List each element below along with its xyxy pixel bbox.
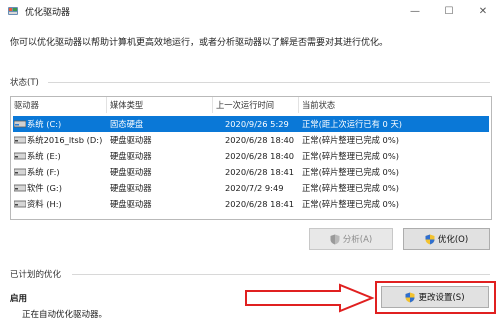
window-title: 优化驱动器 xyxy=(25,8,71,18)
drive-icon xyxy=(14,136,26,144)
cell-last-run: 2020/9/26 5:29 xyxy=(225,119,289,129)
drive-icon xyxy=(14,152,26,160)
change-settings-button-label: 更改设置(S) xyxy=(418,293,465,303)
cell-media-type: 硬盘驱动器 xyxy=(110,167,152,177)
scheduled-group-label: 已计划的优化 xyxy=(10,270,62,280)
cell-drive: 系统 (C:) xyxy=(27,119,62,129)
cell-drive: 系统2016_ltsb (D:) xyxy=(27,135,103,145)
description-text: 你可以优化驱动器以帮助计算机更高效地运行，或者分析驱动器以了解是否需要对其进行优… xyxy=(10,38,389,48)
annotation-arrow-icon xyxy=(245,283,375,313)
status-group-divider xyxy=(48,82,490,83)
status-group-label: 状态(T) xyxy=(10,78,39,88)
cell-last-run: 2020/6/28 18:40 xyxy=(225,135,295,145)
cell-media-type: 固态硬盘 xyxy=(110,119,144,129)
list-header: 驱动器 媒体类型 上一次运行时间 当前状态 xyxy=(11,97,491,113)
cell-drive: 软件 (G:) xyxy=(27,183,62,193)
cell-status: 正常(碎片整理已完成 0%) xyxy=(302,183,399,193)
minimize-button[interactable]: — xyxy=(398,0,432,22)
drive-list[interactable]: 驱动器 媒体类型 上一次运行时间 当前状态 系统 (C:) 固态硬盘 2020/… xyxy=(10,96,492,220)
cell-last-run: 2020/6/28 18:41 xyxy=(225,167,295,177)
cell-last-run: 2020/7/2 9:49 xyxy=(225,183,284,193)
cell-last-run: 2020/6/28 18:40 xyxy=(225,151,295,161)
scheduled-group-divider xyxy=(72,274,490,275)
close-button[interactable]: ✕ xyxy=(466,0,500,22)
column-header-status[interactable]: 当前状态 xyxy=(299,97,469,113)
table-row[interactable]: 资料 (H:) 硬盘驱动器 2020/6/28 18:41 正常(碎片整理已完成… xyxy=(13,196,489,212)
drive-icon xyxy=(14,168,26,176)
table-row[interactable]: 系统 (C:) 固态硬盘 2020/9/26 5:29 正常(距上次运行已有 0… xyxy=(13,116,489,132)
defrag-app-icon xyxy=(8,7,18,15)
cell-status: 正常(碎片整理已完成 0%) xyxy=(302,167,399,177)
cell-media-type: 硬盘驱动器 xyxy=(110,135,152,145)
table-row[interactable]: 软件 (G:) 硬盘驱动器 2020/7/2 9:49 正常(碎片整理已完成 0… xyxy=(13,180,489,196)
cell-drive: 系统 (F:) xyxy=(27,167,60,177)
table-row[interactable]: 系统2016_ltsb (D:) 硬盘驱动器 2020/6/28 18:40 正… xyxy=(13,132,489,148)
optimize-button-label: 优化(O) xyxy=(437,235,469,245)
cell-status: 正常(碎片整理已完成 0%) xyxy=(302,199,399,209)
table-row[interactable]: 系统 (F:) 硬盘驱动器 2020/6/28 18:41 正常(碎片整理已完成… xyxy=(13,164,489,180)
title-bar: 优化驱动器 — ☐ ✕ xyxy=(0,0,500,22)
uac-shield-icon xyxy=(425,234,435,244)
cell-media-type: 硬盘驱动器 xyxy=(110,183,152,193)
scheduled-state: 启用 xyxy=(10,294,28,304)
analyze-button-label: 分析(A) xyxy=(342,235,373,245)
cell-media-type: 硬盘驱动器 xyxy=(110,151,152,161)
optimize-button[interactable]: 优化(O) xyxy=(403,228,490,250)
maximize-button[interactable]: ☐ xyxy=(432,0,466,22)
column-header-media-type[interactable]: 媒体类型 xyxy=(107,97,213,113)
drive-icon xyxy=(14,120,26,128)
column-header-last-run[interactable]: 上一次运行时间 xyxy=(213,97,299,113)
drive-icon xyxy=(14,184,26,192)
cell-drive: 资料 (H:) xyxy=(27,199,62,209)
cell-status: 正常(碎片整理已完成 0%) xyxy=(302,151,399,161)
cell-last-run: 2020/6/28 18:41 xyxy=(225,199,295,209)
column-header-drive[interactable]: 驱动器 xyxy=(11,97,107,113)
cell-status: 正常(碎片整理已完成 0%) xyxy=(302,135,399,145)
scheduled-status-text: 正在自动优化驱动器。 xyxy=(22,310,108,320)
change-settings-button[interactable]: 更改设置(S) xyxy=(381,286,489,308)
cell-drive: 系统 (E:) xyxy=(27,151,61,161)
cell-media-type: 硬盘驱动器 xyxy=(110,199,152,209)
uac-shield-icon xyxy=(330,234,340,244)
cell-status: 正常(距上次运行已有 0 天) xyxy=(302,119,402,129)
uac-shield-icon xyxy=(405,292,415,302)
drive-icon xyxy=(14,200,26,208)
analyze-button[interactable]: 分析(A) xyxy=(309,228,393,250)
table-row[interactable]: 系统 (E:) 硬盘驱动器 2020/6/28 18:40 正常(碎片整理已完成… xyxy=(13,148,489,164)
